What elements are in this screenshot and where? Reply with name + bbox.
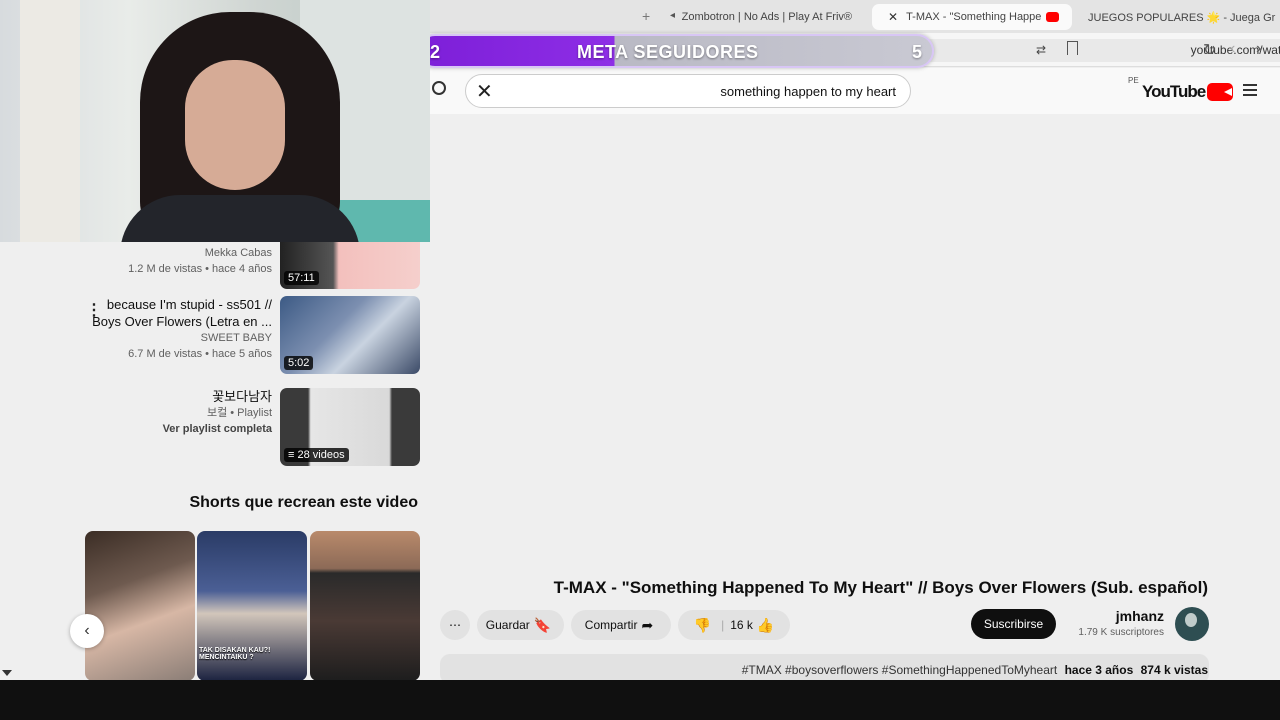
youtube-header: ✕ something happen to my heart PE YouTub… xyxy=(430,68,1280,114)
like-icon[interactable]: 👍 xyxy=(757,617,774,634)
rec-item-2[interactable]: 5:02 because I'm stupid - ss501 // Boys … xyxy=(80,296,420,376)
forward-icon[interactable]: ‹ xyxy=(1230,40,1235,58)
view-full-playlist-link[interactable]: Ver playlist completa xyxy=(163,421,272,437)
tab-label: JUEGOS POPULARES 🌟 - Juega Gr xyxy=(1088,11,1276,24)
share-button[interactable]: Compartir ➦ xyxy=(571,610,671,640)
browser-tab-bar: JUEGOS POPULARES 🌟 - Juega Gr ✕ T-MAX - … xyxy=(430,0,1280,33)
search-icon[interactable] xyxy=(432,81,446,95)
dislike-icon[interactable]: 👎 xyxy=(694,617,711,634)
tab-scroll-icon[interactable]: ◂ xyxy=(670,10,675,21)
logo-word: YouTube xyxy=(1142,82,1206,101)
video-thumbnail[interactable]: 5:02 xyxy=(280,296,420,374)
video-stats: 6.7 M de vistas • hace 5 años xyxy=(128,348,272,360)
search-query: something happen to my heart xyxy=(720,84,896,99)
short-card[interactable]: TAK DISAKAN KAU?! MENCINTAIKU ? xyxy=(197,531,307,681)
view-count: 874 k vistas xyxy=(1140,663,1208,677)
save-icon: 🔖 xyxy=(533,616,552,633)
video-title: T-MAX - "Something Happened To My Heart"… xyxy=(553,578,1208,597)
video-title[interactable]: because I'm stupid - ss501 // xyxy=(92,296,272,313)
back-icon[interactable]: › xyxy=(1256,40,1261,58)
hashtags[interactable]: #TMAX #boysoverflowers #SomethingHappene… xyxy=(742,663,1058,677)
playlist-owner[interactable]: 보컬 • Playlist xyxy=(163,405,272,421)
channel-name[interactable]: SWEET BABY xyxy=(92,330,272,346)
tab-tmax[interactable]: ✕ T-MAX - "Something Happe xyxy=(872,4,1072,30)
goal-target: 5 xyxy=(912,42,923,62)
video-stats: 1.2 M de vistas • hace 4 años xyxy=(128,263,272,275)
scroll-down-icon[interactable] xyxy=(2,670,12,676)
tab-juegos[interactable]: JUEGOS POPULARES 🌟 - Juega Gr xyxy=(1080,4,1280,30)
url-field[interactable]: youtube.com/watch?v=FGN3wIoE-RI&list=RDF… xyxy=(920,39,1280,62)
screen: JUEGOS POPULARES 🌟 - Juega Gr ✕ T-MAX - … xyxy=(0,0,1280,720)
channel-name[interactable]: Mekka Cabas xyxy=(128,245,272,261)
short-card[interactable] xyxy=(85,531,195,681)
share-label: Compartir xyxy=(584,618,638,632)
duration-badge: 57:11 xyxy=(284,271,319,285)
save-label: Guardar xyxy=(485,618,530,632)
like-count: 16 k xyxy=(730,618,753,632)
playlist-title[interactable]: 꽃보다남자 xyxy=(163,388,272,405)
carousel-prev-button[interactable]: ‹ xyxy=(70,614,104,648)
subscribe-button[interactable]: Suscribirse xyxy=(971,609,1056,639)
like-dislike-group: 👎 | 16 k 👍 xyxy=(678,610,790,640)
search-input[interactable]: ✕ something happen to my heart xyxy=(465,74,911,108)
video-thumbnail[interactable]: 57:11 xyxy=(280,242,420,289)
rec-item-1[interactable]: 57:11 Mekka Cabas 1.2 M de vistas • hace… xyxy=(80,242,420,290)
duration-badge: 5:02 xyxy=(284,356,314,370)
close-icon[interactable]: ✕ xyxy=(888,10,898,24)
more-actions-button[interactable]: ⋯ xyxy=(440,610,470,640)
channel-avatar[interactable] xyxy=(1175,607,1209,641)
region-label: PE xyxy=(1128,76,1139,85)
playlist-thumbnail[interactable]: ≡ 28 videos xyxy=(280,388,420,466)
short-caption: TAK DISAKAN KAU?! MENCINTAIKU ? xyxy=(199,647,271,661)
bottom-letterbox xyxy=(0,680,1280,720)
play-logo-icon xyxy=(1207,83,1234,101)
description-summary: #TMAX #boysoverflowers #SomethingHappene… xyxy=(742,663,1208,677)
clear-search-icon[interactable]: ✕ xyxy=(476,79,493,104)
tab-zombotron[interactable]: Zombotron | No Ads | Play At Friv® xyxy=(680,4,870,30)
menu-icon[interactable] xyxy=(1243,84,1257,96)
webcam-feed xyxy=(0,0,430,242)
shorts-heading: Shorts que recrean este video xyxy=(189,494,418,511)
video-title[interactable]: Boys Over Flowers (Letra en ... xyxy=(92,313,272,330)
youtube-logo[interactable]: PE YouTube xyxy=(1128,76,1234,102)
follower-goal-overlay: 2 META SEGUIDORES 5 xyxy=(418,34,934,68)
goal-title: META SEGUIDORES xyxy=(577,42,759,62)
video-player[interactable] xyxy=(430,114,1280,564)
subscriber-count: 1.79 K suscriptores xyxy=(1078,627,1164,638)
tab-label: T-MAX - "Something Happe xyxy=(906,11,1042,23)
save-button[interactable]: Guardar 🔖 xyxy=(477,610,564,640)
rec-item-3[interactable]: ≡ 28 videos 꽃보다남자 보컬 • Playlist Ver play… xyxy=(80,388,420,468)
share-icon: ➦ xyxy=(641,616,654,633)
channel-name[interactable]: jmhanz xyxy=(1116,608,1164,624)
playlist-count-badge: ≡ 28 videos xyxy=(284,448,349,462)
reload-icon[interactable]: ↻ xyxy=(1203,40,1216,60)
more-horiz-icon: ⋯ xyxy=(449,618,461,632)
youtube-favicon-icon xyxy=(1046,12,1059,22)
new-tab-icon[interactable]: + xyxy=(642,8,650,24)
goal-current: 2 xyxy=(430,42,441,62)
upload-age: hace 3 años xyxy=(1064,663,1134,677)
bookmark-icon[interactable] xyxy=(1067,41,1078,55)
tab-label: Zombotron | No Ads | Play At Friv® xyxy=(681,11,852,23)
short-card[interactable] xyxy=(310,531,420,681)
site-settings-icon[interactable]: ⇄ xyxy=(1036,43,1046,57)
